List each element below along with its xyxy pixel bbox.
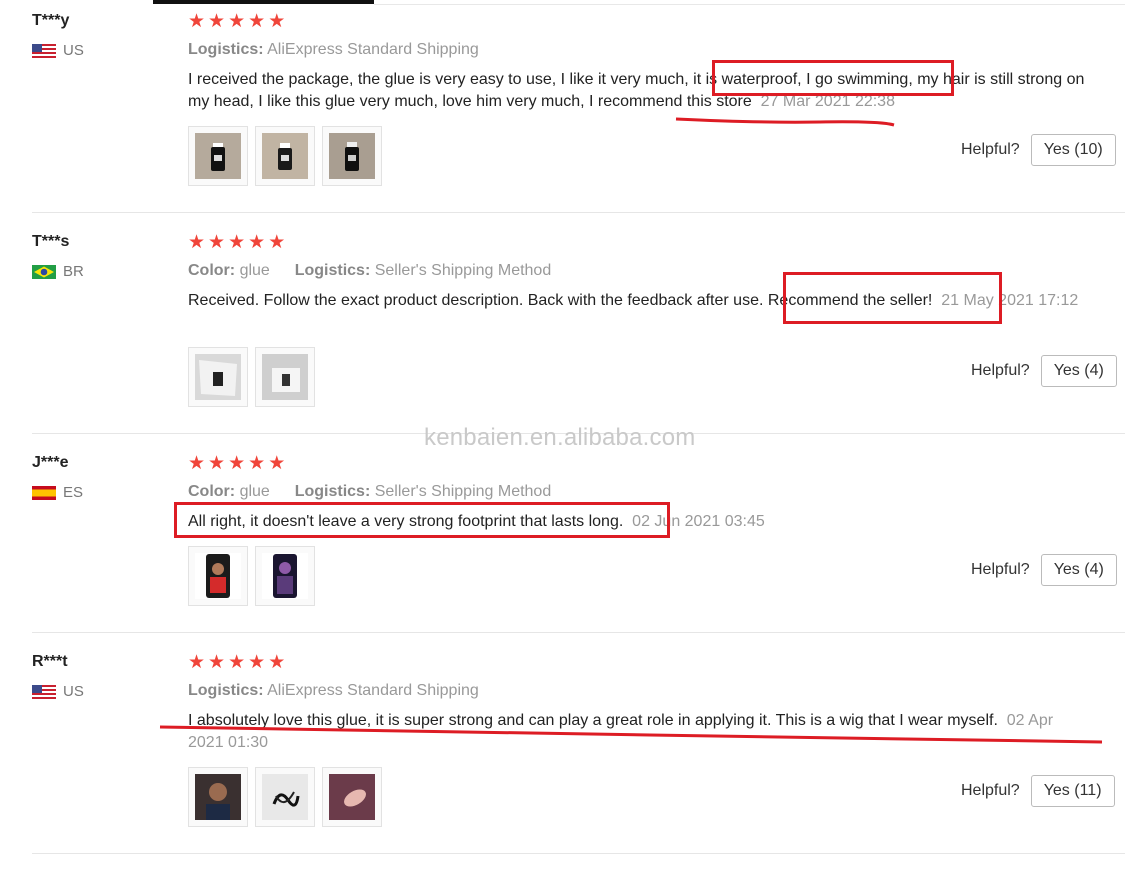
underline-mark — [675, 117, 895, 127]
watermark: kenbaien.en.alibaba.com — [424, 424, 696, 451]
underline-mark — [159, 725, 1103, 744]
